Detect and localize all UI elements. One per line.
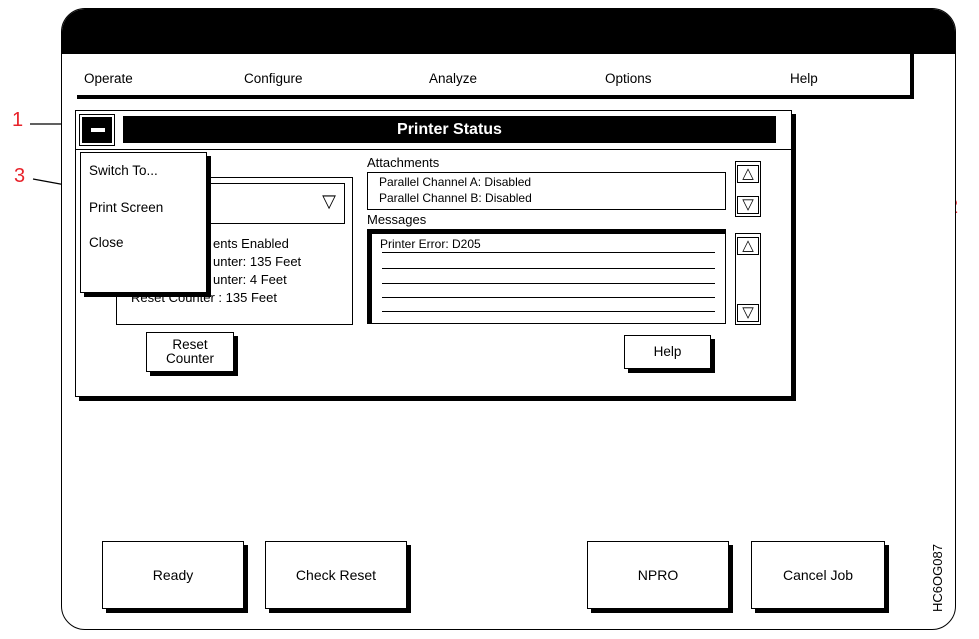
left-panel-line-2: unter: 135 Feet xyxy=(213,254,302,269)
messages-list: Printer Error: D205 xyxy=(367,229,726,324)
menu-bar: Operate Configure Analyze Options Help xyxy=(77,53,914,99)
attachments-list: Parallel Channel A: Disabled Parallel Ch… xyxy=(367,172,726,210)
message-row-line xyxy=(382,297,715,298)
attachments-scrollbar[interactable]: △ ▽ xyxy=(735,161,761,217)
dropdown-triangle-down-icon: ▽ xyxy=(322,191,336,211)
left-panel-line-1: ents Enabled xyxy=(213,236,289,251)
reset-counter-button[interactable]: Reset Counter xyxy=(146,332,234,372)
scroll-down-triangle-down-icon[interactable]: ▽ xyxy=(737,196,759,214)
menu-operate[interactable]: Operate xyxy=(84,71,133,86)
figure-id: HC6OG087 xyxy=(930,544,945,612)
scroll-down-triangle-down-icon[interactable]: ▽ xyxy=(737,304,759,322)
left-panel-line-3: unter: 4 Feet xyxy=(213,272,287,287)
callout-1: 1 xyxy=(12,109,24,131)
scroll-up-triangle-up-icon[interactable]: △ xyxy=(737,165,759,183)
window-title: Printer Status xyxy=(123,116,776,143)
menu-options[interactable]: Options xyxy=(605,71,652,86)
attachments-label: Attachments xyxy=(367,155,440,170)
screen-title-bar xyxy=(62,9,955,54)
messages-scrollbar[interactable]: △ ▽ xyxy=(735,233,761,325)
callout-3: 3 xyxy=(14,165,26,187)
scroll-up-triangle-up-icon[interactable]: △ xyxy=(737,237,759,255)
message-item: Printer Error: D205 xyxy=(380,237,481,251)
npro-button[interactable]: NPRO xyxy=(587,541,729,609)
menu-help[interactable]: Help xyxy=(790,71,818,86)
minus-icon xyxy=(91,128,105,132)
message-row-line xyxy=(382,252,715,253)
attachment-item: Parallel Channel A: Disabled xyxy=(379,175,532,189)
menu-analyze[interactable]: Analyze xyxy=(429,71,477,86)
messages-label: Messages xyxy=(367,212,427,227)
title-divider xyxy=(76,149,791,151)
message-row-line xyxy=(382,311,715,312)
menu-configure[interactable]: Configure xyxy=(244,71,303,86)
system-menu-dropdown: Switch To... Print Screen Close xyxy=(80,152,207,293)
message-row-line xyxy=(382,268,715,269)
menu-item-close[interactable]: Close xyxy=(89,235,124,250)
menu-item-print-screen[interactable]: Print Screen xyxy=(89,200,163,215)
help-button[interactable]: Help xyxy=(624,335,711,369)
system-menu-button[interactable] xyxy=(79,114,115,146)
cancel-job-button[interactable]: Cancel Job xyxy=(751,541,885,609)
ready-button[interactable]: Ready xyxy=(102,541,244,609)
menu-item-switch-to[interactable]: Switch To... xyxy=(89,163,158,178)
attachment-item: Parallel Channel B: Disabled xyxy=(379,191,532,205)
check-reset-button[interactable]: Check Reset xyxy=(265,541,407,609)
message-row-line xyxy=(382,283,715,284)
